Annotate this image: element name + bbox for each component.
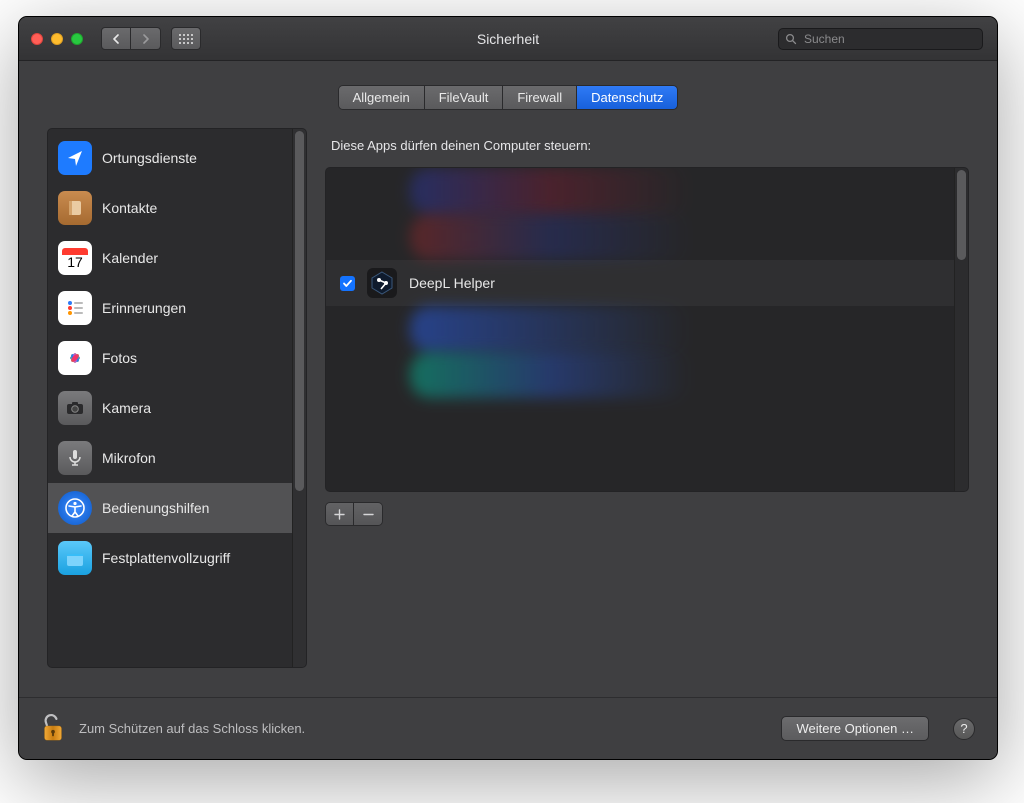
sidebar-item-label: Kontakte — [102, 200, 157, 216]
plus-icon — [334, 509, 345, 520]
sidebar-item-contacts[interactable]: Kontakte — [48, 183, 306, 233]
folder-icon — [58, 541, 92, 575]
check-icon — [342, 278, 353, 289]
sidebar-item-microphone[interactable]: Mikrofon — [48, 433, 306, 483]
minus-icon — [363, 509, 374, 520]
lock-button[interactable] — [41, 714, 65, 744]
tab-datenschutz[interactable]: Datenschutz — [577, 86, 677, 109]
sidebar-item-reminders[interactable]: Erinnerungen — [48, 283, 306, 333]
chevron-left-icon — [112, 34, 120, 44]
tab-firewall[interactable]: Firewall — [503, 86, 577, 109]
sidebar-item-calendar[interactable]: 17 Kalender — [48, 233, 306, 283]
search-icon — [785, 33, 797, 45]
show-all-button[interactable] — [171, 27, 201, 50]
app-list: DeepL Helper — [325, 167, 969, 492]
app-row-redacted — [326, 352, 968, 398]
panel-heading: Diese Apps dürfen deinen Computer steuer… — [325, 128, 969, 167]
accessibility-icon — [58, 491, 92, 525]
unlocked-lock-icon — [41, 712, 65, 744]
sidebar-item-photos[interactable]: Fotos — [48, 333, 306, 383]
grid-icon — [179, 34, 193, 44]
footer: Zum Schützen auf das Schloss klicken. We… — [19, 697, 997, 759]
forward-button[interactable] — [131, 27, 161, 50]
more-options-button[interactable]: Weitere Optionen … — [781, 716, 929, 741]
sidebar-item-label: Ortungsdienste — [102, 150, 197, 166]
reminders-icon — [58, 291, 92, 325]
tabs-row: Allgemein FileVault Firewall Datenschutz — [19, 61, 997, 128]
privacy-category-list: Ortungsdienste Kontakte 17 Kalen — [47, 128, 307, 668]
chevron-right-icon — [142, 34, 150, 44]
sidebar-item-label: Festplattenvollzugriff — [102, 550, 230, 566]
back-button[interactable] — [101, 27, 131, 50]
sidebar-item-label: Bedienungshilfen — [102, 500, 209, 516]
search-field[interactable] — [778, 28, 983, 50]
close-window-button[interactable] — [31, 33, 43, 45]
microphone-icon — [58, 441, 92, 475]
camera-icon — [58, 391, 92, 425]
sidebar-item-camera[interactable]: Kamera — [48, 383, 306, 433]
photos-icon — [58, 341, 92, 375]
sidebar-item-accessibility[interactable]: Bedienungshilfen — [48, 483, 306, 533]
location-icon — [58, 141, 92, 175]
sidebar-item-label: Kalender — [102, 250, 158, 266]
add-remove-segment — [325, 502, 383, 526]
tab-filevault[interactable]: FileVault — [425, 86, 504, 109]
tabs: Allgemein FileVault Firewall Datenschutz — [338, 85, 679, 110]
main-panel: Diese Apps dürfen deinen Computer steuer… — [325, 128, 969, 679]
lock-hint-text: Zum Schützen auf das Schloss klicken. — [79, 721, 767, 736]
zoom-window-button[interactable] — [71, 33, 83, 45]
sidebar-scroll-thumb[interactable] — [295, 131, 304, 491]
window-controls — [31, 33, 83, 45]
tab-allgemein[interactable]: Allgemein — [339, 86, 425, 109]
app-row[interactable]: DeepL Helper — [326, 260, 968, 306]
contacts-icon — [58, 191, 92, 225]
app-row-redacted — [326, 168, 968, 214]
calendar-icon: 17 — [58, 241, 92, 275]
app-row-redacted — [326, 214, 968, 260]
applist-scrollbar[interactable] — [954, 168, 968, 491]
sidebar-item-label: Kamera — [102, 400, 151, 416]
sidebar-scrollbar[interactable] — [292, 129, 306, 667]
sidebar-item-label: Erinnerungen — [102, 300, 186, 316]
sidebar-item-location[interactable]: Ortungsdienste — [48, 133, 306, 183]
sidebar-item-label: Fotos — [102, 350, 137, 366]
remove-app-button[interactable] — [354, 503, 382, 525]
minimize-window-button[interactable] — [51, 33, 63, 45]
help-button[interactable]: ? — [953, 718, 975, 740]
titlebar: Sicherheit — [19, 17, 997, 61]
add-app-button[interactable] — [326, 503, 354, 525]
app-name-label: DeepL Helper — [409, 275, 495, 291]
content-area: Ortungsdienste Kontakte 17 Kalen — [19, 128, 997, 697]
preferences-window: Sicherheit Allgemein FileVault Firewall … — [18, 16, 998, 760]
sidebar-item-full-disk[interactable]: Festplattenvollzugriff — [48, 533, 306, 583]
nav-back-forward — [101, 27, 161, 50]
app-row-redacted — [326, 306, 968, 352]
app-checkbox[interactable] — [340, 276, 355, 291]
applist-scroll-thumb[interactable] — [957, 170, 966, 260]
sidebar-item-label: Mikrofon — [102, 450, 156, 466]
deepl-helper-icon — [367, 268, 397, 298]
search-input[interactable] — [802, 31, 976, 47]
